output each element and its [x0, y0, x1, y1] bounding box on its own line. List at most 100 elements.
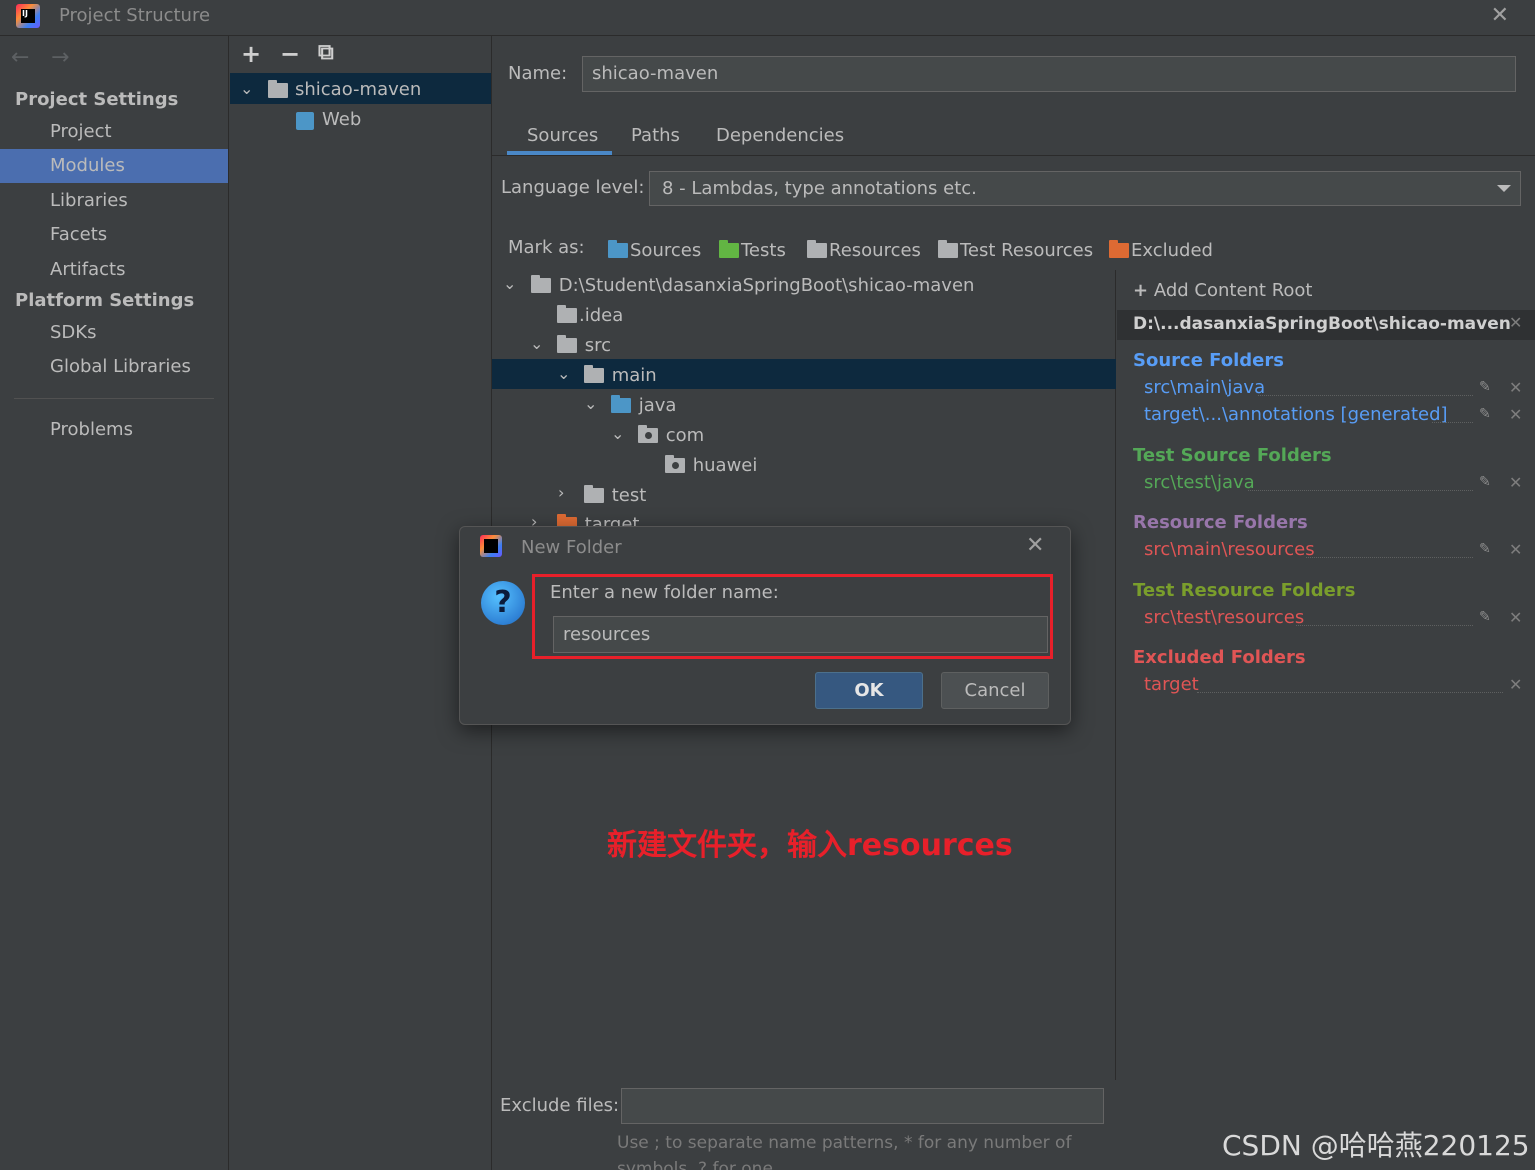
dropdown-arrow-icon[interactable] — [1497, 185, 1511, 192]
package-icon — [638, 425, 658, 443]
tree-item-huawei[interactable]: huawei — [665, 455, 757, 476]
excluded-folder-icon — [1109, 240, 1129, 258]
nav-item-modules[interactable]: Modules — [50, 155, 125, 176]
close-icon[interactable]: ✕ — [1509, 608, 1522, 627]
folder-name-input[interactable]: resources — [553, 616, 1048, 653]
chevron-down-icon[interactable]: ⌄ — [503, 274, 516, 293]
edit-icon[interactable]: ✎ — [1479, 474, 1491, 490]
folder-icon — [531, 275, 551, 293]
nav-item-project[interactable]: Project — [50, 121, 112, 142]
close-icon[interactable]: ✕ — [1509, 473, 1522, 492]
add-content-root-button[interactable]: + Add Content Root — [1133, 280, 1313, 301]
tab-paths[interactable]: Paths — [631, 125, 680, 146]
test-source-folder-item[interactable]: src\test\java — [1144, 472, 1255, 493]
tree-item-com[interactable]: com — [638, 425, 704, 446]
cancel-button[interactable]: Cancel — [941, 672, 1049, 709]
chevron-down-icon[interactable]: ⌄ — [584, 394, 597, 413]
copy-icon[interactable]: ⧉ — [318, 40, 334, 65]
tests-folder-icon — [719, 240, 739, 258]
tree-item-idea[interactable]: .idea — [557, 305, 623, 326]
nav-item-global-libraries[interactable]: Global Libraries — [50, 356, 191, 377]
source-folder-item[interactable]: src\main\java — [1144, 377, 1265, 398]
package-icon — [665, 455, 685, 473]
mark-resources-button[interactable]: Resources — [807, 240, 921, 261]
close-icon[interactable]: ✕ — [1509, 675, 1522, 694]
mark-sources-button[interactable]: Sources — [608, 240, 701, 261]
plus-icon: + — [1133, 280, 1149, 301]
nav-item-facets[interactable]: Facets — [50, 224, 107, 245]
tree-item-root[interactable]: D:\Student\dasanxiaSpringBoot\shicao-mav… — [531, 275, 974, 296]
csdn-watermark: CSDN @哈哈燕220125 — [1222, 1129, 1530, 1162]
resource-folder-item[interactable]: src\main\resources — [1144, 539, 1315, 560]
tree-item-src[interactable]: src — [557, 335, 611, 356]
module-item-web[interactable]: Web — [322, 109, 361, 130]
name-input[interactable]: shicao-maven — [582, 56, 1516, 92]
edit-icon[interactable]: ✎ — [1479, 379, 1491, 395]
edit-icon[interactable]: ✎ — [1479, 406, 1491, 422]
chevron-down-icon[interactable]: ⌄ — [240, 79, 253, 98]
forward-arrow-icon[interactable]: → — [51, 45, 69, 70]
tree-item-test[interactable]: test — [584, 485, 646, 506]
chevron-right-icon[interactable]: › — [558, 483, 564, 502]
folder-icon — [584, 365, 604, 383]
ok-button[interactable]: OK — [815, 672, 923, 709]
dotted-leader — [1258, 395, 1473, 396]
close-icon[interactable]: ✕ — [1491, 3, 1509, 28]
mark-tests-button[interactable]: Tests — [719, 240, 786, 261]
chevron-down-icon[interactable]: ⌄ — [611, 424, 624, 443]
language-level-select[interactable]: 8 - Lambdas, type annotations etc. — [649, 171, 1521, 206]
language-level-label: Language level: — [501, 177, 645, 198]
window-title: Project Structure — [59, 5, 211, 26]
remove-icon[interactable]: − — [280, 40, 300, 68]
excluded-folder-item[interactable]: target — [1144, 674, 1199, 695]
mark-test-resources-button[interactable]: Test Resources — [938, 240, 1093, 261]
close-icon[interactable]: ✕ — [1509, 540, 1522, 559]
close-icon[interactable]: ✕ — [1509, 405, 1522, 424]
tree-item-java[interactable]: java — [611, 395, 676, 416]
tree-item-main[interactable]: main — [584, 365, 657, 386]
source-folder-icon — [611, 395, 631, 413]
remove-root-icon[interactable]: ✕ — [1509, 313, 1522, 332]
nav-divider — [14, 398, 214, 399]
title-bar — [0, 0, 1535, 36]
tab-dependencies[interactable]: Dependencies — [716, 125, 844, 146]
test-resource-folders-heading: Test Resource Folders — [1133, 580, 1356, 601]
web-facet-icon — [296, 112, 314, 130]
folder-icon — [557, 335, 577, 353]
platform-settings-heading: Platform Settings — [15, 290, 195, 311]
test-resources-folder-icon — [938, 240, 958, 258]
exclude-files-input[interactable] — [621, 1088, 1104, 1124]
annotation-text: 新建文件夹，输入resources — [607, 828, 1013, 863]
intellij-logo-icon: IJ — [16, 4, 40, 28]
nav-item-libraries[interactable]: Libraries — [50, 190, 128, 211]
mark-as-label: Mark as: — [508, 237, 585, 258]
tabs-divider — [492, 155, 1535, 156]
nav-item-sdks[interactable]: SDKs — [50, 322, 96, 343]
close-icon[interactable]: ✕ — [1509, 378, 1522, 397]
add-icon[interactable]: + — [241, 40, 261, 68]
edit-icon[interactable]: ✎ — [1479, 609, 1491, 625]
content-root-path: D:\...dasanxiaSpringBoot\shicao-maven — [1133, 314, 1511, 334]
mark-excluded-button[interactable]: Excluded — [1109, 240, 1213, 261]
source-folders-heading: Source Folders — [1133, 350, 1284, 371]
name-label: Name: — [508, 63, 568, 84]
edit-icon[interactable]: ✎ — [1479, 541, 1491, 557]
nav-item-artifacts[interactable]: Artifacts — [50, 259, 125, 280]
tree-item-target[interactable]: target — [557, 514, 639, 526]
tab-sources[interactable]: Sources — [527, 125, 598, 146]
nav-item-problems[interactable]: Problems — [50, 419, 133, 440]
excluded-folder-icon — [557, 514, 577, 526]
resources-folder-icon — [807, 240, 827, 258]
module-folder-icon — [268, 80, 290, 100]
dialog-close-icon[interactable]: ✕ — [1026, 533, 1044, 558]
folder-icon — [557, 305, 577, 323]
module-item-shicao-maven[interactable]: shicao-maven — [295, 79, 421, 100]
back-arrow-icon[interactable]: ← — [11, 45, 29, 70]
chevron-down-icon[interactable]: ⌄ — [530, 334, 543, 353]
chevron-down-icon[interactable]: ⌄ — [557, 364, 570, 383]
dotted-leader — [1306, 557, 1473, 558]
source-folder-item[interactable]: target\...\annotations [generated] — [1144, 404, 1448, 425]
dialog-title: New Folder — [521, 537, 622, 558]
test-source-folders-heading: Test Source Folders — [1133, 445, 1332, 466]
test-resource-folder-item[interactable]: src\test\resources — [1144, 607, 1304, 628]
